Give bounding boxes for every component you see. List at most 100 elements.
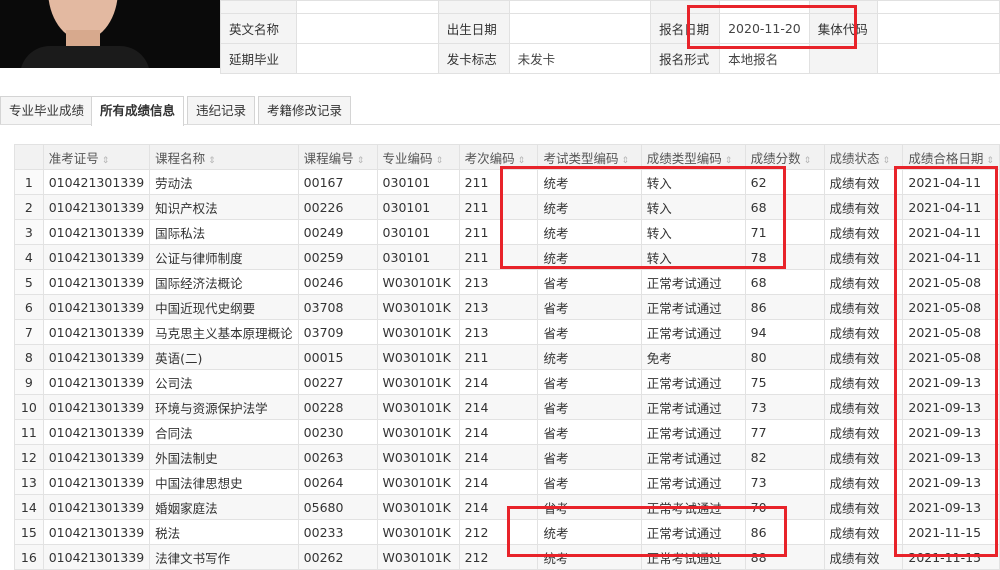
exam-session-code: 211 [458,344,539,370]
table-row[interactable]: 12 010421301339 外国法制史 00263 W030101K 214 省考 正常考… [14,444,1000,470]
grade-type: 正常考试通过 [640,294,746,320]
row-index: 15 [14,519,44,545]
major-code: W030101K [376,494,460,520]
photo-shirt [20,46,150,68]
sort-icon[interactable]: ⇕ [883,156,891,166]
table-row[interactable]: 8 010421301339 英语(二) 00015 W030101K 211 统考 免考 80… [14,344,1000,370]
course-code: 00226 [297,194,378,220]
exam-type: 省考 [537,419,642,445]
table-row[interactable]: 11 010421301339 合同法 00230 W030101K 214 省考 正常考试通… [14,419,1000,445]
score: 77 [744,419,825,445]
student-photo [0,0,220,68]
sort-icon[interactable]: ⇕ [725,156,733,166]
course-code: 00233 [297,519,378,545]
row-index: 4 [14,244,44,270]
index-column-header [14,144,44,170]
table-row[interactable]: 6 010421301339 中国近现代史纲要 03708 W030101K 213 省考正… [14,294,1000,320]
table-row[interactable]: 10 010421301339 环境与资源保护法学 00228 W030101K 214 省… [14,394,1000,420]
table-row[interactable]: 13 010421301339 中国法律思想史 00264 W030101K 214 省考正… [14,469,1000,495]
course-code: 00230 [297,419,378,445]
major-code: W030101K [376,344,460,370]
admission-number: 010421301339 [42,244,151,270]
course-name: 法律文书写作 [149,544,299,570]
profile-row: 英文名称 出生日期 报名日期 2020-11-20 集体代码 [220,13,1000,44]
admission-number: 010421301339 [42,469,151,495]
grade-status: 成绩有效 [823,169,904,195]
sort-icon[interactable]: ⇕ [986,156,994,166]
admission-number: 010421301339 [42,544,151,570]
course-code: 00246 [297,269,378,295]
course-code: 05680 [297,494,378,520]
course-code: 00259 [297,244,378,270]
sort-icon[interactable]: ⇕ [357,156,365,166]
score: 68 [744,269,825,295]
card-status-value: 未发卡 [508,43,652,74]
major-code: W030101K [376,544,460,570]
row-index: 8 [14,344,44,370]
column-header[interactable]: 成绩状态 ⇕ [823,144,904,170]
grade-type: 正常考试通过 [640,394,746,420]
grade-status: 成绩有效 [823,294,904,320]
exam-type: 统考 [537,344,642,370]
grade-status: 成绩有效 [823,494,904,520]
admission-number: 010421301339 [42,344,151,370]
exam-session-code: 214 [458,394,539,420]
major-code: W030101K [376,319,460,345]
admission-number: 010421301339 [42,369,151,395]
course-name: 知识产权法 [149,194,299,220]
exam-type: 省考 [537,294,642,320]
course-code: 00262 [297,544,378,570]
course-code: 00015 [297,344,378,370]
major-code: W030101K [376,444,460,470]
row-index: 1 [14,169,44,195]
sort-icon[interactable]: ⇕ [208,156,216,166]
english-name-label: 英文名称 [220,13,297,44]
grade-status: 成绩有效 [823,244,904,270]
row-index: 6 [14,294,44,320]
exam-type: 省考 [537,319,642,345]
birth-date-value [508,13,652,44]
grade-type: 正常考试通过 [640,369,746,395]
row-index: 12 [14,444,44,470]
major-code: 030101 [376,194,460,220]
column-header[interactable]: 专业编码 ⇕ [376,144,460,170]
grade-status: 成绩有效 [823,269,904,295]
admission-number: 010421301339 [42,169,151,195]
course-code: 00227 [297,369,378,395]
admission-number: 010421301339 [42,444,151,470]
table-row[interactable]: 7 010421301339 马克思主义基本原理概论 03709 W030101K 213… [14,319,1000,345]
grade-type: 正常考试通过 [640,419,746,445]
major-code: 030101 [376,244,460,270]
table-row[interactable]: 5 010421301339 国际经济法概论 00246 W030101K 213 省考 正常… [14,269,1000,295]
tab-all-grades[interactable]: 所有成绩信息 [91,96,185,126]
exam-type: 省考 [537,269,642,295]
column-header[interactable]: 课程名称 ⇕ [149,144,299,170]
sort-icon[interactable]: ⇕ [102,156,110,166]
sort-icon[interactable]: ⇕ [436,156,444,166]
tab-major-graduation-grades[interactable]: 专业毕业成绩 [0,96,94,124]
admission-number: 010421301339 [42,269,151,295]
tab-record-changes[interactable]: 考籍修改记录 [258,96,352,124]
row-index: 16 [14,544,44,570]
course-name: 外国法制史 [149,444,299,470]
score: 82 [744,444,825,470]
exam-type: 省考 [537,469,642,495]
course-code: 03708 [297,294,378,320]
grade-status: 成绩有效 [823,519,904,545]
column-header[interactable]: 课程编号 ⇕ [297,144,378,170]
major-code: W030101K [376,369,460,395]
grade-type: 免考 [640,344,746,370]
major-code: W030101K [376,419,460,445]
sort-icon[interactable]: ⇕ [621,156,629,166]
grade-status: 成绩有效 [823,194,904,220]
sort-icon[interactable]: ⇕ [804,156,812,166]
exam-type: 省考 [537,369,642,395]
column-header[interactable]: 准考证号 ⇕ [42,144,151,170]
grade-status: 成绩有效 [823,344,904,370]
tab-discipline-records[interactable]: 违纪记录 [187,96,256,124]
exam-session-code: 213 [458,294,539,320]
table-row[interactable]: 9 010421301339 公司法 00227 W030101K 214 省考 正常考试通过… [14,369,1000,395]
major-code: W030101K [376,519,460,545]
major-code: W030101K [376,394,460,420]
sort-icon[interactable]: ⇕ [518,156,526,166]
